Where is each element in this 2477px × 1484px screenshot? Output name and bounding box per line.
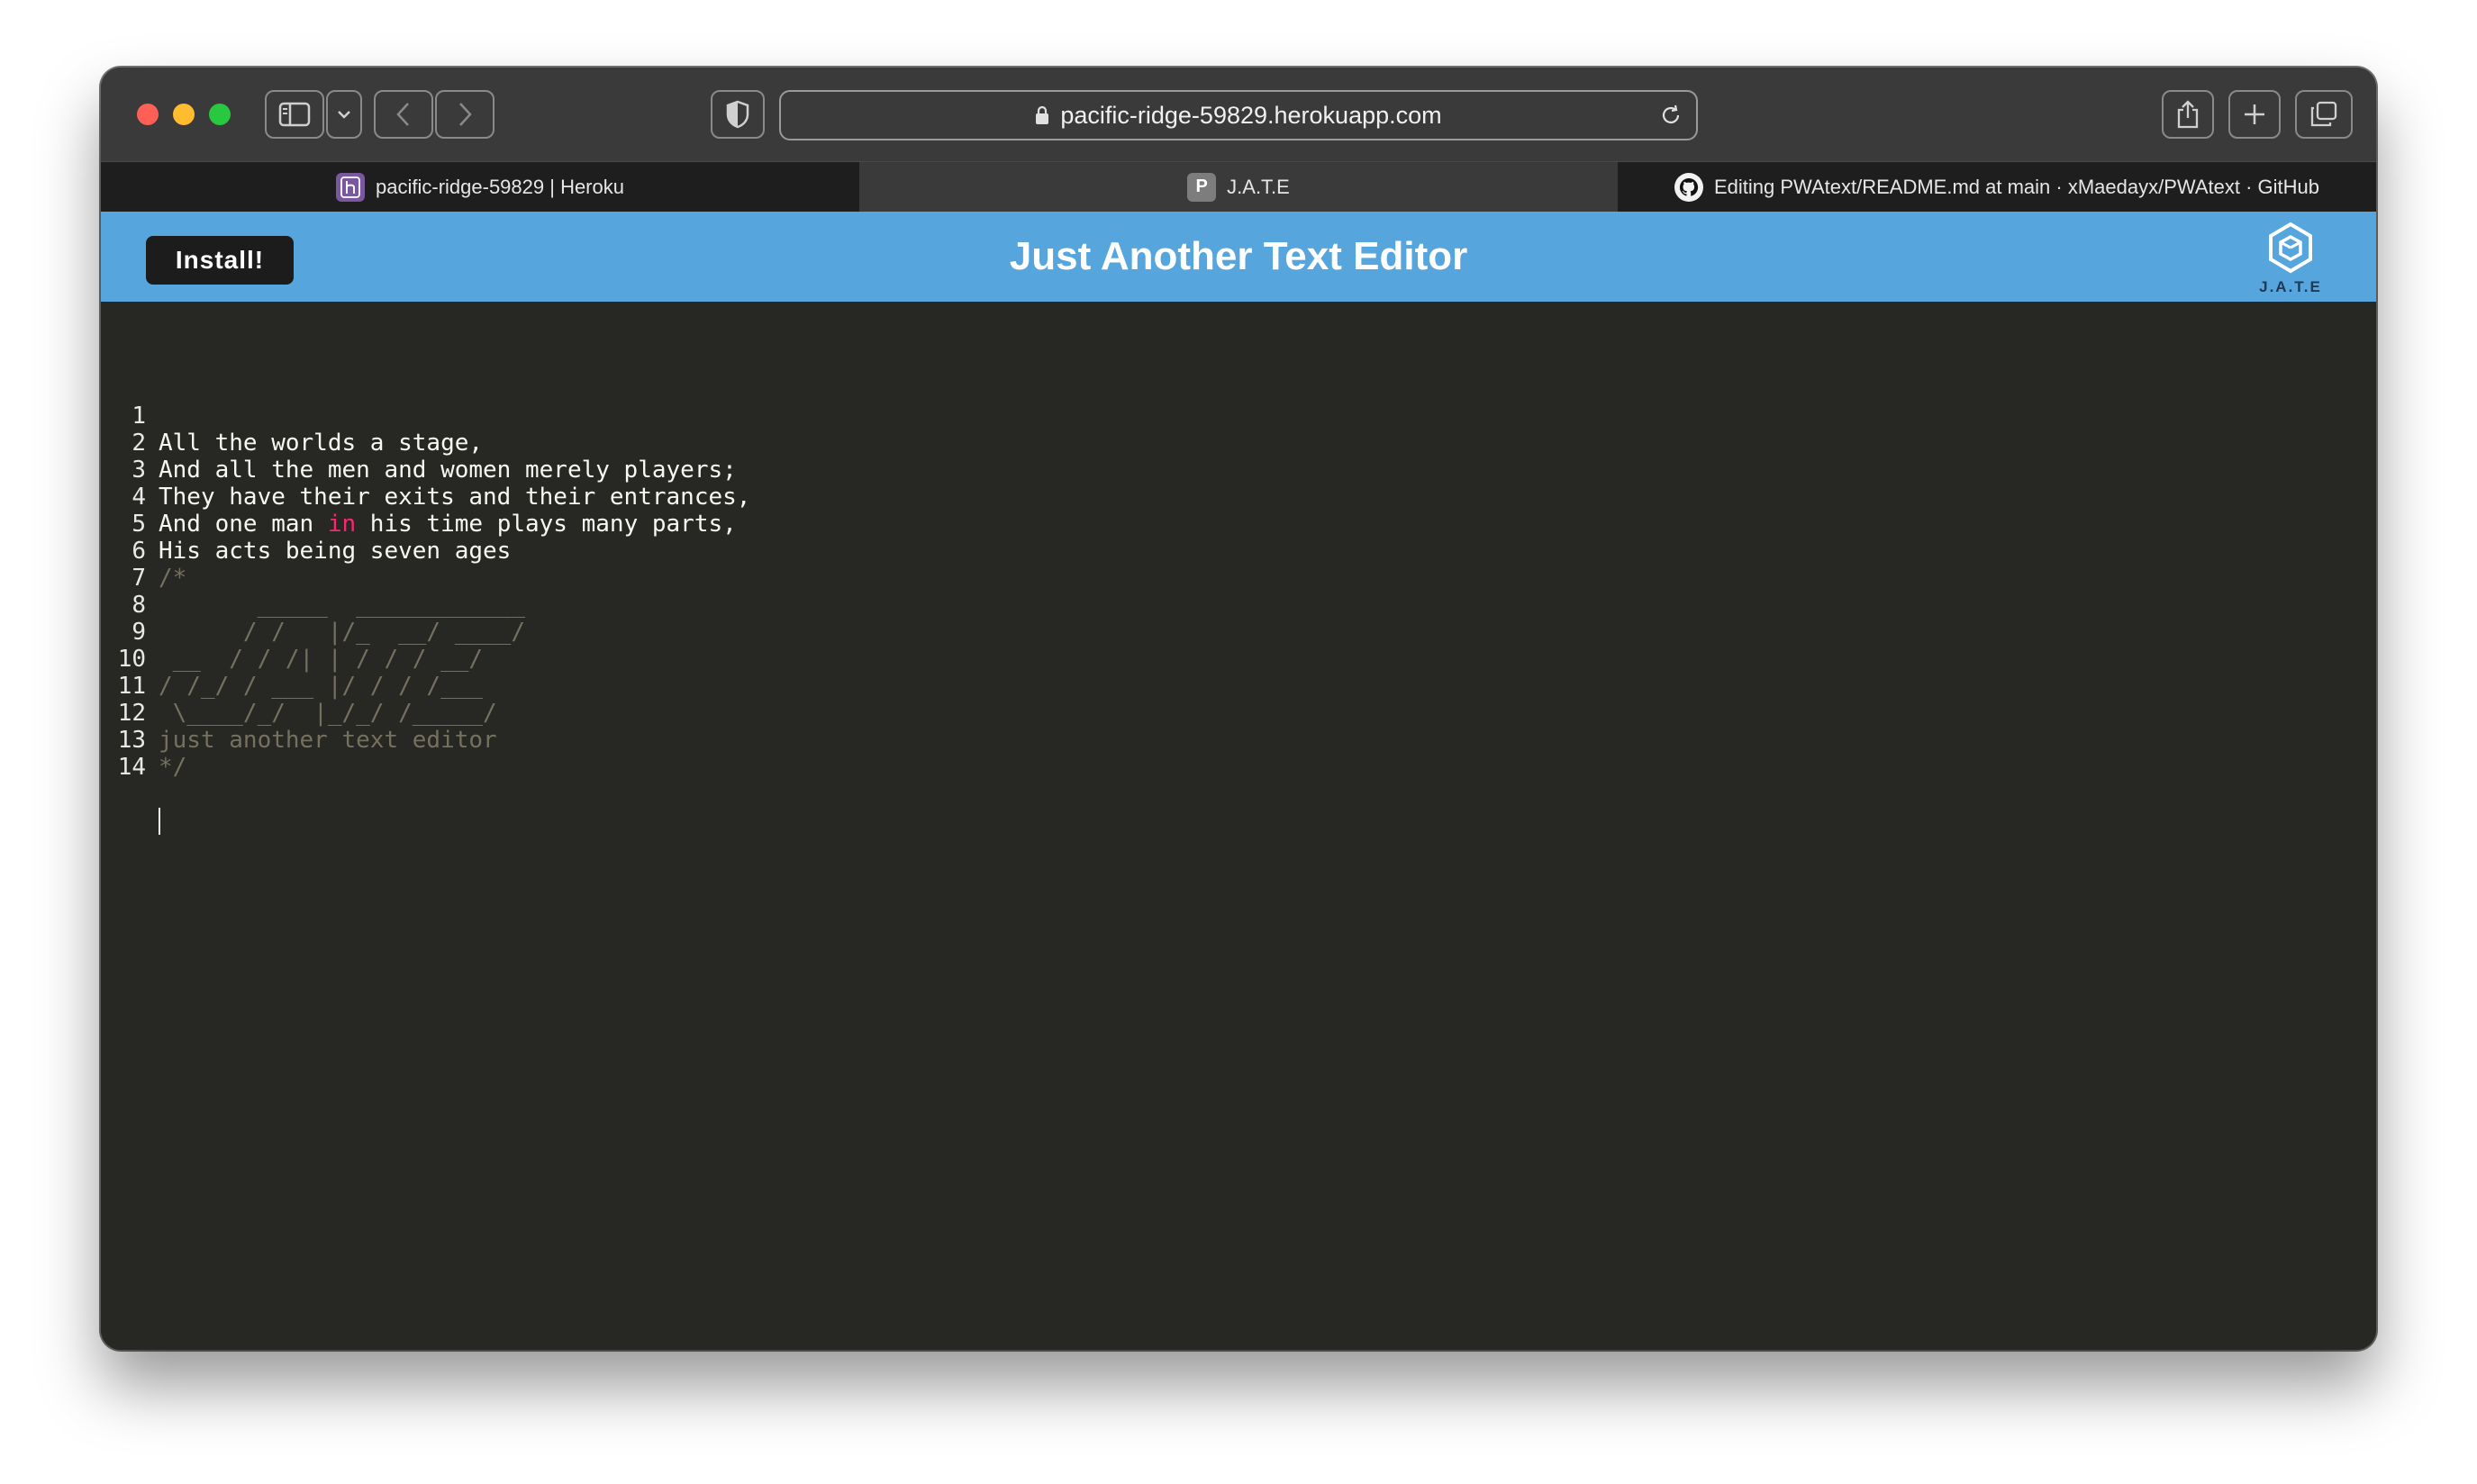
tab-overview-dropdown-button[interactable] — [326, 90, 362, 139]
sidebar-icon — [278, 102, 311, 127]
tab-bar: pacific-ridge-59829 | Heroku P J.A.T.E E… — [101, 161, 2376, 212]
editor-line: 4 And one man in his time plays many par… — [101, 457, 736, 538]
editor-line: 3 They have their exits and their entran… — [101, 430, 750, 511]
comment-text: just another text editor — [159, 727, 497, 754]
editor-line: 1 All the worlds a stage, — [101, 376, 483, 457]
ascii-art-line: __ / / /| | / / / __/ — [159, 646, 484, 673]
forward-button[interactable] — [435, 90, 494, 139]
heroku-icon — [336, 172, 366, 202]
address-bar[interactable]: pacific-ridge-59829.herokuapp.com — [779, 90, 1698, 140]
line-number: 14 — [117, 754, 146, 781]
page-title: Just Another Text Editor — [1009, 234, 1468, 278]
logo-icon — [2269, 222, 2312, 274]
editor-line: 6 /* — [101, 511, 186, 592]
zoom-window-button[interactable] — [209, 104, 231, 125]
minimize-window-button[interactable] — [173, 104, 195, 125]
app-header: Just Another Text Editor Install! J.A.T.… — [101, 212, 2376, 302]
line-text: His acts being seven ages — [159, 538, 512, 565]
privacy-report-button[interactable] — [711, 90, 765, 139]
ascii-art-line: \____/_/ |_/_/ /_____/ — [159, 700, 497, 727]
logo-text: J.A.T.E — [2259, 278, 2322, 295]
ascii-art-line: _____ ____________ — [159, 592, 525, 619]
chevron-right-icon — [459, 103, 472, 126]
ascii-art-line: / / |/_ __/ ____/ — [159, 619, 525, 646]
text-segment: his time plays many parts, — [356, 511, 737, 538]
chevron-down-icon — [338, 111, 350, 119]
share-button[interactable] — [2162, 90, 2214, 139]
tab-github[interactable]: Editing PWAtext/README.md at main · xMae… — [1618, 161, 2376, 212]
editor-line: 11 \____/_/ |_/_/ /_____/ — [101, 646, 497, 727]
keyword-token: in — [327, 511, 357, 538]
ascii-art-line: / /_/ / ___ |/ / / /___ — [159, 673, 484, 700]
tab-heroku[interactable]: pacific-ridge-59829 | Heroku — [101, 161, 859, 212]
address-bar-url: pacific-ridge-59829.herokuapp.com — [1060, 101, 1442, 129]
shield-icon — [726, 100, 749, 129]
chevron-left-icon — [396, 103, 409, 126]
editor-line: 12 just another text editor — [101, 673, 497, 754]
plus-icon — [2245, 104, 2264, 124]
editor-line: 13 */ — [101, 700, 187, 781]
new-tab-button[interactable] — [2228, 90, 2281, 139]
tab-label: Editing PWAtext/README.md at main · xMae… — [1713, 175, 2319, 198]
line-text: All the worlds a stage, — [159, 430, 484, 457]
lock-icon — [1035, 105, 1049, 125]
editor-line: 2 And all the men and women merely playe… — [101, 403, 736, 484]
line-text: They have their exits and their entrance… — [159, 484, 751, 511]
editor-line: 5 His acts being seven ages — [101, 484, 511, 565]
line-text: And all the men and women merely players… — [159, 457, 737, 484]
github-icon — [1674, 172, 1703, 202]
install-button[interactable]: Install! — [146, 236, 294, 285]
reload-icon[interactable] — [1658, 103, 1683, 128]
tab-label: J.A.T.E — [1227, 175, 1290, 198]
jate-icon: P — [1187, 172, 1217, 202]
code-editor[interactable]: 1 All the worlds a stage, 2 And all the … — [101, 302, 2376, 1350]
close-window-button[interactable] — [137, 104, 159, 125]
tabs-icon — [2310, 101, 2337, 127]
tab-label: pacific-ridge-59829 | Heroku — [376, 175, 624, 198]
browser-window: pacific-ridge-59829.herokuapp.com pacifi… — [101, 68, 2376, 1350]
back-button[interactable] — [374, 90, 433, 139]
editor-line: 9 __ / / /| | / / / __/ — [101, 592, 483, 673]
app-logo: J.A.T.E — [2247, 221, 2334, 298]
editor-line: 7 _____ ____________ — [101, 538, 525, 619]
browser-toolbar: pacific-ridge-59829.herokuapp.com — [101, 68, 2376, 161]
editor-line: 14 — [101, 727, 186, 835]
text-cursor — [159, 808, 160, 835]
editor-line: 10 / /_/ / ___ |/ / / /___ — [101, 619, 483, 700]
sidebar-toggle-button[interactable] — [265, 90, 324, 139]
editor-line: 8 / / |/_ __/ ____/ — [101, 565, 525, 646]
share-icon — [2177, 100, 2199, 129]
tab-overview-button[interactable] — [2295, 90, 2353, 139]
line-text: And one man in his time plays many parts… — [159, 511, 737, 538]
tab-jate[interactable]: P J.A.T.E — [859, 161, 1618, 212]
